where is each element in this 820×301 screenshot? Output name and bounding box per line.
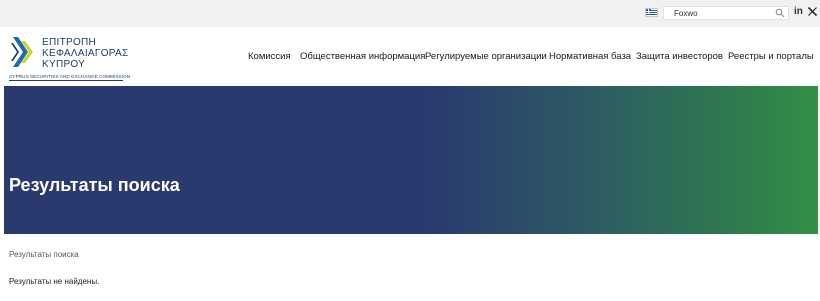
logo-mark-icon	[11, 37, 33, 67]
logo-subtitle: CYPRUS SECURITIES AND EXCHANGE COMMISSIO…	[9, 74, 131, 79]
nav-item-registers-portals[interactable]: Реестры и порталы	[728, 51, 814, 62]
search-box	[663, 6, 789, 20]
linkedin-icon[interactable]: in	[794, 6, 803, 17]
site-header: ΕΠΙΤΡΟΠΗ ΚΕΦΑΛΑΙΑΓΟΡΑΣ ΚΥΠΡΟΥ CYPRUS SEC…	[0, 27, 820, 86]
hero-banner: Результаты поиска	[4, 86, 818, 234]
logo-text-line2: ΚΕΦΑΛΑΙΑΓΟΡΑΣ	[42, 48, 129, 59]
logo[interactable]: ΕΠΙΤΡΟΠΗ ΚΕΦΑΛΑΙΑΓΟΡΑΣ ΚΥΠΡΟΥ CYPRUS SEC…	[7, 33, 132, 81]
breadcrumb: Результаты поиска	[9, 250, 79, 259]
nav-item-public-info[interactable]: Общественная информация	[300, 51, 425, 62]
logo-text-line1: ΕΠΙΤΡΟΠΗ	[42, 37, 97, 48]
greek-flag-icon[interactable]	[645, 8, 658, 17]
page-title: Результаты поиска	[9, 175, 180, 195]
nav-item-regulated-entities[interactable]: Регулируемые организации	[425, 51, 547, 62]
nav-item-commission[interactable]: Комиссия	[248, 51, 291, 62]
logo-underline	[9, 80, 123, 81]
x-icon[interactable]	[808, 7, 817, 16]
logo-text-line3: ΚΥΠΡΟΥ	[42, 59, 86, 70]
nav-item-investor-protection[interactable]: Защита инвесторов	[636, 51, 723, 62]
nav-item-legal-framework[interactable]: Нормативная база	[549, 51, 631, 62]
search-icon[interactable]	[775, 8, 785, 18]
top-bar: in	[0, 0, 820, 27]
no-results-message: Результаты не найдены.	[9, 277, 100, 286]
search-input[interactable]	[674, 8, 774, 19]
